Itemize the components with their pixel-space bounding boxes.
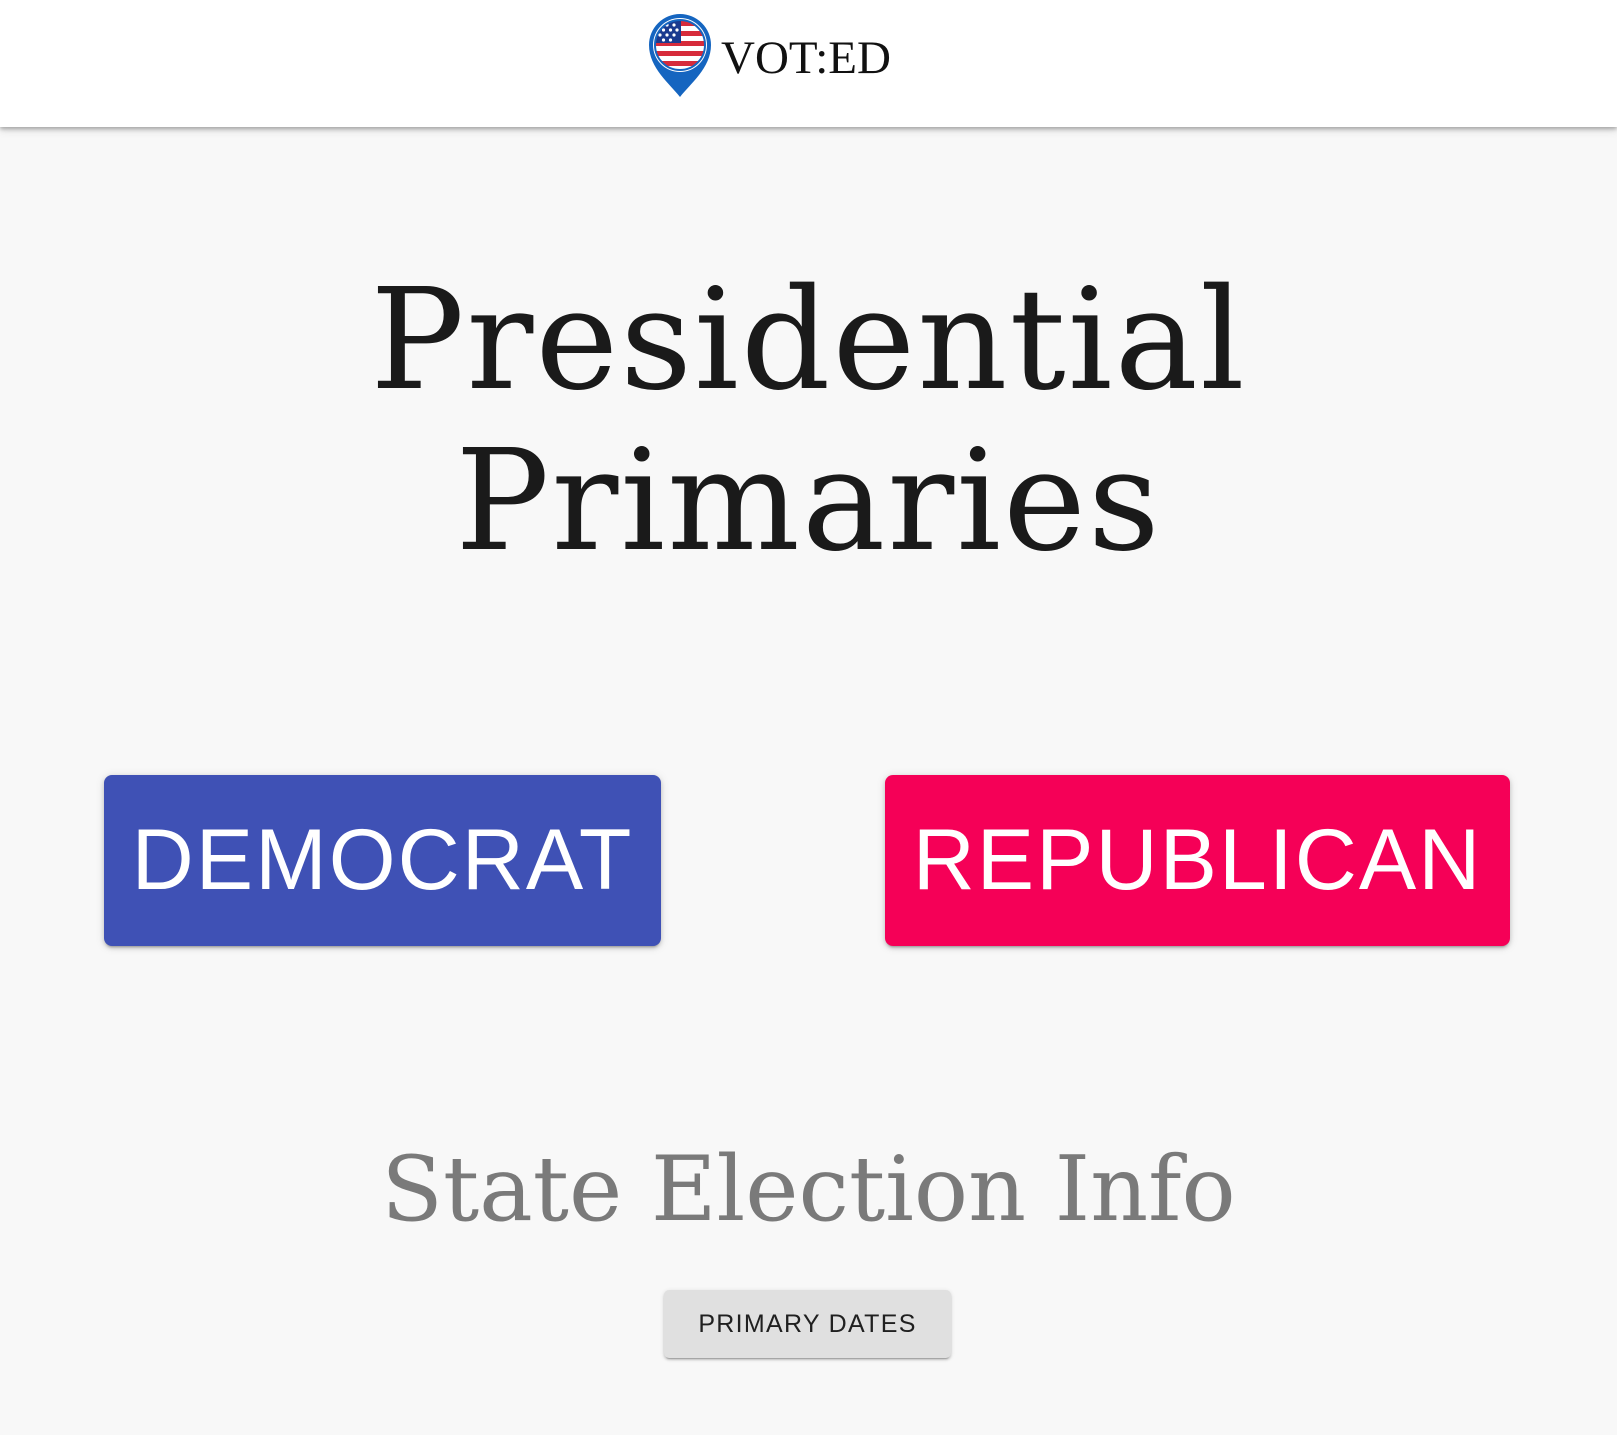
republican-button-label: REPUBLICAN <box>912 812 1483 908</box>
state-election-info-heading: State Election Info <box>381 1137 1236 1242</box>
app-bar: VOT:ED <box>0 0 1617 127</box>
brand-name: VOT:ED <box>721 31 891 84</box>
democrat-button[interactable]: DEMOCRAT <box>104 775 661 946</box>
page-title: Presidential Primaries <box>370 259 1247 583</box>
brand-home-link[interactable]: VOT:ED <box>647 13 891 99</box>
republican-button[interactable]: REPUBLICAN <box>885 775 1510 946</box>
primary-dates-button-label: PRIMARY DATES <box>698 1309 917 1338</box>
democrat-button-label: DEMOCRAT <box>131 812 634 908</box>
primary-dates-button[interactable]: PRIMARY DATES <box>664 1290 951 1358</box>
us-flag-map-pin-icon <box>649 14 711 97</box>
